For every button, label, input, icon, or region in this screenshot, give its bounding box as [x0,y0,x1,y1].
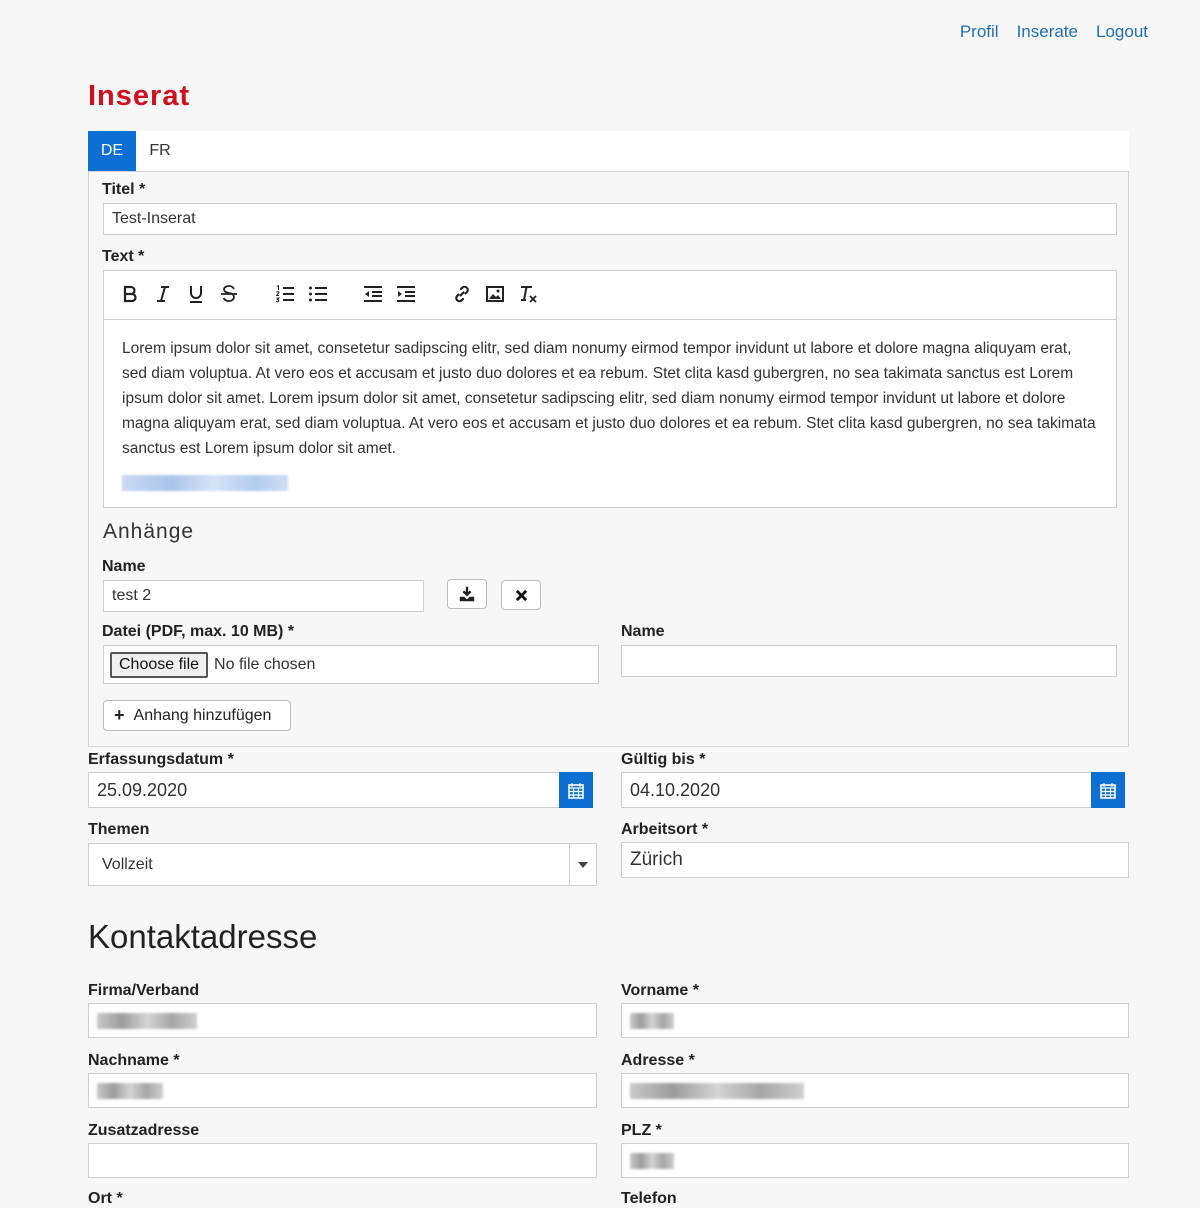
redacted-firma [97,1012,197,1029]
redacted-vorname [630,1012,674,1029]
italic-icon[interactable] [152,283,174,305]
top-nav: Profil Inserate Logout [960,22,1148,42]
attachment-name-value: test 2 [112,587,152,604]
nachname-input[interactable] [88,1073,597,1108]
strikethrough-icon[interactable] [218,283,240,305]
attachments-heading: Anhänge [103,520,195,543]
ort-label: Ort * [88,1190,123,1207]
attachment-name2-label: Name [621,623,665,640]
vorname-label: Vorname * [621,982,699,999]
nav-logout-link[interactable]: Logout [1096,22,1148,42]
gueltig-bis-input[interactable]: 04.10.2020 [621,772,1092,808]
plz-label: PLZ * [621,1122,662,1139]
file-label: Datei (PDF, max. 10 MB) * [102,623,295,640]
titel-input[interactable]: Test-Inserat [103,203,1117,235]
firma-label: Firma/Verband [88,982,200,999]
redacted-adresse [630,1082,804,1099]
themen-select[interactable]: Vollzeit [88,843,597,886]
erfassungsdatum-label: Erfassungsdatum * [88,751,234,768]
themen-value: Vollzeit [102,855,153,873]
bold-icon[interactable] [119,283,141,305]
rich-text-editor: Lorem ipsum dolor sit amet, consetetur s… [103,270,1117,508]
tab-fr[interactable]: FR [136,131,184,171]
nav-inserate-link[interactable]: Inserate [1017,22,1078,42]
text-label: Text * [102,248,145,265]
zusatzadresse-input[interactable] [88,1143,597,1178]
attachment-name-label: Name [102,558,146,575]
gueltig-bis-value: 04.10.2020 [630,779,721,800]
remove-attachment-button[interactable] [501,580,541,610]
calendar-icon [568,782,584,799]
plz-input[interactable] [621,1143,1129,1178]
ordered-list-icon[interactable] [274,283,296,305]
firma-input[interactable] [88,1003,597,1038]
gueltig-bis-label: Gültig bis * [621,751,706,768]
file-status: No file chosen [214,655,316,673]
attachment-name-input[interactable]: test 2 [103,580,424,612]
clear-format-icon[interactable] [517,283,539,305]
titel-label: Titel * [102,181,146,198]
adresse-input[interactable] [621,1073,1129,1108]
download-icon [459,586,475,602]
gueltig-bis-calendar-button[interactable] [1091,772,1125,808]
titel-input-value: Test-Inserat [112,210,196,227]
vorname-input[interactable] [621,1003,1129,1038]
arbeitsort-value: Zürich [630,849,683,870]
close-icon [515,589,527,601]
zusatzadresse-label: Zusatzadresse [88,1122,200,1139]
add-attachment-label: Anhang hinzufügen [133,706,272,724]
tab-de[interactable]: DE [88,131,136,171]
telefon-label: Telefon [621,1190,677,1207]
editor-content[interactable]: Lorem ipsum dolor sit amet, consetetur s… [104,320,1116,499]
editor-toolbar [104,271,1116,320]
indent-icon[interactable] [395,283,417,305]
page-title: Inserat [88,80,191,112]
add-attachment-button[interactable]: + Anhang hinzufügen [103,700,291,731]
chevron-down-icon [569,844,596,885]
erfassungsdatum-calendar-button[interactable] [559,772,593,808]
choose-file-button[interactable]: Choose file [110,651,209,678]
editor-text: Lorem ipsum dolor sit amet, consetetur s… [122,340,1096,457]
bullet-list-icon[interactable] [307,283,329,305]
underline-icon[interactable] [185,283,207,305]
image-icon[interactable] [484,283,506,305]
language-tabs: DE FR [88,131,1129,171]
arbeitsort-input[interactable]: Zürich [621,842,1129,878]
attachment-name2-input[interactable] [621,645,1117,677]
redacted-plz [630,1152,674,1169]
tab-panel-de: Titel * Test-Inserat Text * Lorem ipsum … [88,171,1129,747]
plus-icon: + [114,705,125,725]
adresse-label: Adresse * [621,1052,695,1069]
outdent-icon[interactable] [362,283,384,305]
themen-label: Themen [88,821,150,838]
redacted-link[interactable] [122,475,288,491]
kontaktadresse-heading: Kontaktadresse [88,918,318,955]
erfassungsdatum-value: 25.09.2020 [97,779,188,800]
nachname-label: Nachname * [88,1052,180,1069]
erfassungsdatum-input[interactable]: 25.09.2020 [88,772,560,808]
file-input[interactable]: Choose file No file chosen [103,645,599,684]
calendar-icon [1100,782,1116,799]
link-icon[interactable] [451,283,473,305]
arbeitsort-label: Arbeitsort * [621,821,709,838]
nav-profil-link[interactable]: Profil [960,22,999,42]
download-button[interactable] [447,579,487,609]
redacted-nachname [97,1082,163,1099]
